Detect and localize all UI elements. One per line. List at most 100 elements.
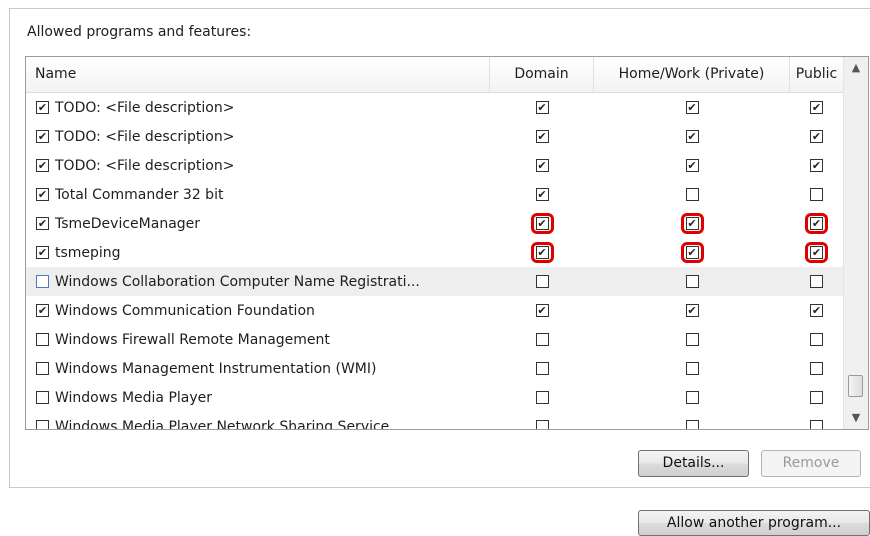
unchecked-checkbox[interactable]: ✔ bbox=[535, 333, 549, 346]
table-row[interactable]: ✔ Windows Media Player Network Sharing Se… bbox=[26, 412, 843, 430]
unchecked-checkbox[interactable]: ✔ bbox=[535, 362, 549, 375]
checked-checkbox[interactable]: ✔ bbox=[36, 304, 49, 317]
allow-another-program-button[interactable]: Allow another program... bbox=[638, 510, 870, 536]
public-cell: ✔ bbox=[790, 180, 843, 209]
table-row[interactable]: ✔ Total Commander 32 bit ✔ ✔ ✔ bbox=[26, 180, 843, 209]
public-cell: ✔ bbox=[790, 122, 843, 151]
home-cell: ✔ bbox=[594, 383, 790, 412]
program-name-cell: ✔ TsmeDeviceManager bbox=[36, 209, 486, 238]
checked-checkbox[interactable]: ✔ bbox=[810, 101, 823, 114]
remove-button[interactable]: Remove bbox=[761, 450, 861, 477]
checked-checkbox[interactable]: ✔ bbox=[36, 101, 49, 114]
table-row[interactable]: ✔ TsmeDeviceManager ✔ ✔ ✔ bbox=[26, 209, 843, 238]
unchecked-checkbox[interactable]: ✔ bbox=[36, 275, 49, 288]
table-row[interactable]: ✔ TODO: <File description> ✔ ✔ ✔ bbox=[26, 122, 843, 151]
checkmark-icon: ✔ bbox=[687, 101, 697, 114]
unchecked-checkbox[interactable]: ✔ bbox=[685, 362, 699, 375]
checked-checkbox[interactable]: ✔ bbox=[810, 304, 823, 317]
program-name: Windows Media Player Network Sharing Ser… bbox=[55, 418, 390, 430]
table-row[interactable]: ✔ Windows Media Player ✔ ✔ ✔ bbox=[26, 383, 843, 412]
checked-checkbox[interactable]: ✔ bbox=[535, 101, 549, 114]
unchecked-checkbox[interactable]: ✔ bbox=[685, 333, 699, 346]
checked-checkbox[interactable]: ✔ bbox=[685, 101, 699, 114]
highlight-box: ✔ bbox=[680, 213, 704, 234]
checkmark-icon: ✔ bbox=[37, 304, 48, 317]
table-row[interactable]: ✔ Windows Management Instrumentation (WMI… bbox=[26, 354, 843, 383]
table-row[interactable]: ✔ Windows Communication Foundation ✔ ✔ ✔ bbox=[26, 296, 843, 325]
unchecked-checkbox[interactable]: ✔ bbox=[36, 391, 49, 404]
public-cell: ✔ bbox=[790, 354, 843, 383]
program-name-cell: ✔ Windows Management Instrumentation (WMI… bbox=[36, 354, 486, 383]
checkmark-icon: ✔ bbox=[811, 101, 822, 114]
unchecked-checkbox[interactable]: ✔ bbox=[810, 362, 823, 375]
checkmark-icon: ✔ bbox=[37, 217, 48, 230]
unchecked-checkbox[interactable]: ✔ bbox=[685, 275, 699, 288]
checked-checkbox[interactable]: ✔ bbox=[685, 217, 699, 230]
public-cell: ✔ bbox=[790, 151, 843, 180]
table-row[interactable]: ✔ Windows Collaboration Computer Name Reg… bbox=[26, 267, 843, 296]
column-header-public[interactable]: Public bbox=[790, 57, 843, 92]
program-name-cell: ✔ TODO: <File description> bbox=[36, 151, 486, 180]
checkmark-icon: ✔ bbox=[537, 130, 547, 143]
unchecked-checkbox[interactable]: ✔ bbox=[810, 420, 823, 429]
table-row[interactable]: ✔ Windows Firewall Remote Management ✔ ✔ ✔ bbox=[26, 325, 843, 354]
checked-checkbox[interactable]: ✔ bbox=[810, 130, 823, 143]
table-row[interactable]: ✔ tsmeping ✔ ✔ ✔ bbox=[26, 238, 843, 267]
column-header-domain[interactable]: Domain bbox=[490, 57, 594, 92]
program-name-cell: ✔ Total Commander 32 bit bbox=[36, 180, 486, 209]
unchecked-checkbox[interactable]: ✔ bbox=[36, 333, 49, 346]
checked-checkbox[interactable]: ✔ bbox=[36, 217, 49, 230]
checked-checkbox[interactable]: ✔ bbox=[36, 159, 49, 172]
details-button[interactable]: Details... bbox=[638, 450, 749, 477]
column-header-home-work[interactable]: Home/Work (Private) bbox=[594, 57, 790, 92]
program-name: Windows Collaboration Computer Name Regi… bbox=[55, 273, 420, 290]
scroll-up-arrow-icon[interactable]: ▲ bbox=[844, 57, 868, 79]
checked-checkbox[interactable]: ✔ bbox=[36, 246, 49, 259]
highlight-box: ✔ bbox=[530, 213, 554, 234]
unchecked-checkbox[interactable]: ✔ bbox=[685, 420, 699, 429]
scroll-thumb[interactable] bbox=[848, 375, 863, 397]
public-cell: ✔ bbox=[790, 296, 843, 325]
checked-checkbox[interactable]: ✔ bbox=[685, 159, 699, 172]
highlight-box: ✔ bbox=[805, 213, 828, 234]
column-header-name[interactable]: Name bbox=[26, 57, 490, 92]
program-name: tsmeping bbox=[55, 244, 121, 261]
checked-checkbox[interactable]: ✔ bbox=[685, 246, 699, 259]
checked-checkbox[interactable]: ✔ bbox=[535, 246, 549, 259]
checked-checkbox[interactable]: ✔ bbox=[36, 130, 49, 143]
unchecked-checkbox[interactable]: ✔ bbox=[685, 391, 699, 404]
domain-cell: ✔ bbox=[490, 93, 594, 122]
checked-checkbox[interactable]: ✔ bbox=[36, 188, 49, 201]
checkmark-icon: ✔ bbox=[37, 159, 48, 172]
unchecked-checkbox[interactable]: ✔ bbox=[810, 391, 823, 404]
unchecked-checkbox[interactable]: ✔ bbox=[810, 333, 823, 346]
table-row[interactable]: ✔ TODO: <File description> ✔ ✔ ✔ bbox=[26, 151, 843, 180]
unchecked-checkbox[interactable]: ✔ bbox=[810, 275, 823, 288]
checked-checkbox[interactable]: ✔ bbox=[535, 159, 549, 172]
checked-checkbox[interactable]: ✔ bbox=[535, 304, 549, 317]
unchecked-checkbox[interactable]: ✔ bbox=[535, 391, 549, 404]
unchecked-checkbox[interactable]: ✔ bbox=[810, 188, 823, 201]
scroll-down-arrow-icon[interactable]: ▼ bbox=[844, 407, 868, 429]
checkmark-icon: ✔ bbox=[37, 246, 48, 259]
table-row[interactable]: ✔ TODO: <File description> ✔ ✔ ✔ bbox=[26, 93, 843, 122]
checkmark-icon: ✔ bbox=[811, 130, 822, 143]
checked-checkbox[interactable]: ✔ bbox=[810, 246, 823, 259]
checked-checkbox[interactable]: ✔ bbox=[535, 130, 549, 143]
program-name-cell: ✔ Windows Firewall Remote Management bbox=[36, 325, 486, 354]
domain-cell: ✔ bbox=[490, 325, 594, 354]
checked-checkbox[interactable]: ✔ bbox=[810, 159, 823, 172]
checked-checkbox[interactable]: ✔ bbox=[685, 304, 699, 317]
checked-checkbox[interactable]: ✔ bbox=[810, 217, 823, 230]
unchecked-checkbox[interactable]: ✔ bbox=[36, 420, 49, 429]
checkmark-icon: ✔ bbox=[37, 188, 48, 201]
checked-checkbox[interactable]: ✔ bbox=[685, 130, 699, 143]
unchecked-checkbox[interactable]: ✔ bbox=[535, 420, 549, 429]
unchecked-checkbox[interactable]: ✔ bbox=[36, 362, 49, 375]
unchecked-checkbox[interactable]: ✔ bbox=[685, 188, 699, 201]
checked-checkbox[interactable]: ✔ bbox=[535, 217, 549, 230]
checked-checkbox[interactable]: ✔ bbox=[535, 188, 549, 201]
vertical-scrollbar[interactable]: ▲ ▼ bbox=[843, 57, 868, 429]
domain-cell: ✔ bbox=[490, 180, 594, 209]
unchecked-checkbox[interactable]: ✔ bbox=[535, 275, 549, 288]
